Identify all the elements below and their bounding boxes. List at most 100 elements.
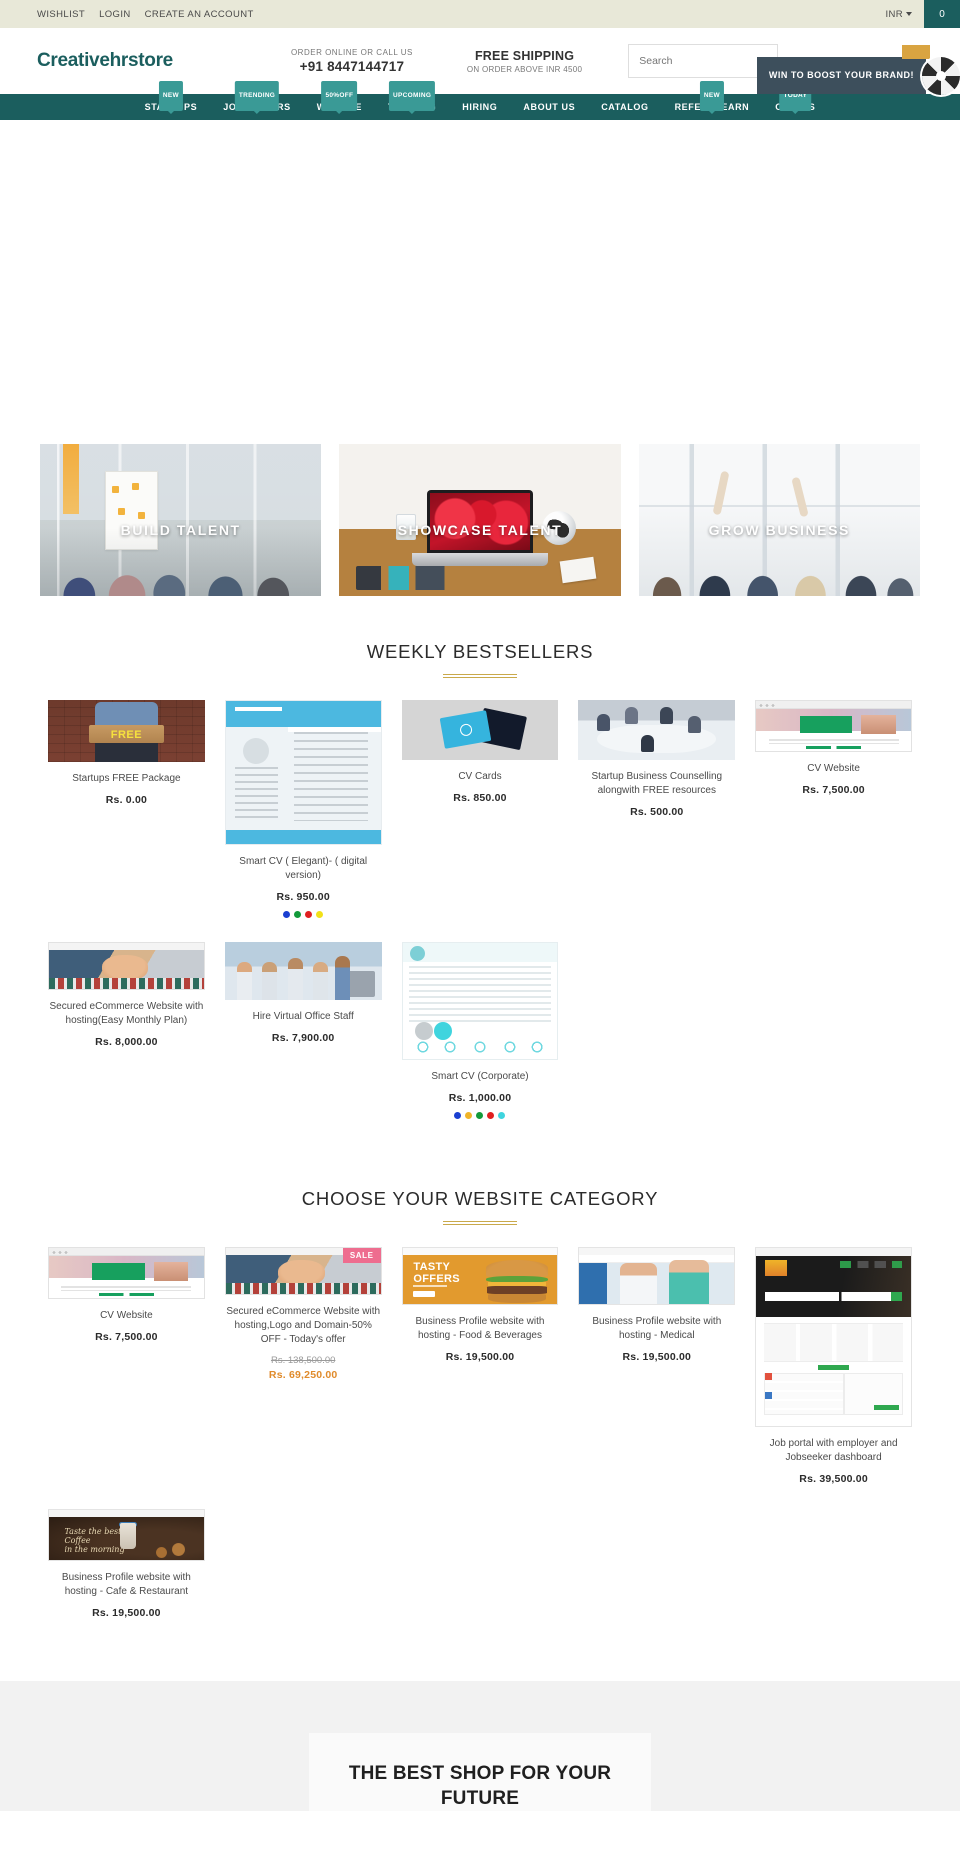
nav-startups-badge: NEW bbox=[158, 81, 183, 114]
nav-jobseekers[interactable]: TRENDINGJOBSEEKERS bbox=[210, 81, 304, 120]
product-price: Rs. 8,000.00 bbox=[95, 1036, 158, 1048]
product-old-price: Rs. 138,500.00 bbox=[270, 1355, 336, 1366]
product-thumbnail[interactable] bbox=[48, 942, 205, 990]
product-card[interactable]: FREE Startups FREE Package Rs. 0.00 bbox=[38, 700, 215, 942]
footer-teaser-heading: THE BEST SHOP FOR YOUR FUTURE bbox=[348, 1763, 612, 1809]
product-name[interactable]: CV Website bbox=[755, 762, 912, 776]
banner-showcase-talent[interactable]: SHOWCASE TALENT bbox=[339, 444, 621, 596]
product-name[interactable]: Business Profile website with hosting - … bbox=[48, 1571, 205, 1599]
product-name[interactable]: CV Website bbox=[48, 1309, 205, 1323]
product-price: Rs. 19,500.00 bbox=[92, 1607, 161, 1619]
phone-number[interactable]: +91 8447144717 bbox=[291, 59, 413, 74]
footer-teaser: THE BEST SHOP FOR YOUR FUTURE bbox=[0, 1681, 960, 1811]
spin-wheel-icon[interactable] bbox=[922, 56, 960, 95]
product-card[interactable]: Taste the best Coffee in the morning Busine… bbox=[38, 1509, 215, 1643]
product-card[interactable]: TASTY OFFERS Business Profile website with… bbox=[392, 1247, 569, 1509]
color-swatch[interactable] bbox=[476, 1112, 484, 1119]
nav-offers[interactable]: TODAYOFFERS bbox=[762, 81, 828, 120]
site-logo[interactable]: Creativehrstore bbox=[37, 50, 173, 72]
product-name[interactable]: Startups FREE Package bbox=[48, 772, 205, 786]
color-swatch[interactable] bbox=[454, 1112, 462, 1119]
banner-build-talent[interactable]: BUILD TALENT bbox=[40, 444, 322, 596]
product-price: Rs. 500.00 bbox=[630, 806, 684, 818]
color-swatches[interactable] bbox=[402, 1112, 559, 1119]
product-price: Rs. 850.00 bbox=[453, 792, 507, 804]
color-swatch[interactable] bbox=[305, 911, 313, 918]
color-swatch[interactable] bbox=[283, 911, 291, 918]
color-swatch[interactable] bbox=[316, 911, 324, 918]
nav-website[interactable]: 50%OFFWEBSITE bbox=[304, 81, 375, 120]
product-thumbnail[interactable]: TASTY OFFERS bbox=[401, 1247, 559, 1305]
product-card[interactable]: CV Cards Rs. 850.00 bbox=[392, 700, 569, 942]
product-card[interactable]: CV Website Rs. 7,500.00 bbox=[745, 700, 922, 942]
product-card[interactable]: CV Website Rs. 7,500.00 bbox=[38, 1247, 215, 1509]
whiteboard-graphic bbox=[104, 471, 159, 551]
product-card[interactable]: Job portal with employer and Jobseeker d… bbox=[745, 1247, 922, 1509]
product-thumbnail[interactable] bbox=[224, 942, 382, 1000]
product-thumbnail[interactable] bbox=[578, 1247, 736, 1305]
promo-banner-row: BUILD TALENT SHOWCASE TALENT GROW BUSINE… bbox=[0, 444, 960, 596]
promo-label[interactable]: WIN TO BOOST YOUR BRAND! bbox=[756, 57, 926, 94]
nav-about-us-label: ABOUT US bbox=[523, 102, 576, 112]
nav-startups[interactable]: NEWSTARTUPS bbox=[132, 81, 211, 120]
product-thumbnail[interactable]: Taste the best Coffee in the morning bbox=[48, 1509, 205, 1561]
nav-website-badge: 50%OFF bbox=[321, 81, 358, 114]
login-link[interactable]: LOGIN bbox=[99, 9, 131, 20]
product-price: Rs. 0.00 bbox=[105, 794, 148, 806]
product-name[interactable]: Business Profile website with hosting - … bbox=[578, 1315, 735, 1343]
product-thumbnail[interactable] bbox=[755, 1247, 912, 1427]
color-swatch[interactable] bbox=[465, 1112, 473, 1119]
product-thumbnail[interactable] bbox=[755, 700, 912, 752]
product-thumbnail[interactable] bbox=[401, 942, 559, 1060]
main-nav: NEWSTARTUPSTRENDINGJOBSEEKERS50%OFFWEBSI… bbox=[0, 81, 960, 120]
nav-training[interactable]: UPCOMINGTRAINING bbox=[375, 81, 449, 120]
product-name[interactable]: Smart CV ( Elegant)- ( digital version) bbox=[225, 855, 382, 883]
raised-arm-graphic bbox=[791, 477, 809, 518]
product-name[interactable]: Smart CV (Corporate) bbox=[402, 1070, 559, 1084]
product-card[interactable]: Secured eCommerce Website with hosting(E… bbox=[38, 942, 215, 1143]
banner-label: SHOWCASE TALENT bbox=[397, 522, 563, 538]
color-swatch[interactable] bbox=[487, 1112, 495, 1119]
nav-hiring[interactable]: HIRING bbox=[449, 94, 510, 120]
product-name[interactable]: Job portal with employer and Jobseeker d… bbox=[755, 1437, 912, 1465]
cart-button[interactable]: 0 bbox=[924, 0, 960, 28]
nav-catalog[interactable]: CATALOG bbox=[588, 94, 661, 120]
product-price: Rs. 19,500.00 bbox=[445, 1351, 515, 1363]
product-card[interactable]: SALE Secured eCommerce Website with hosti… bbox=[215, 1247, 392, 1509]
product-name[interactable]: Secured eCommerce Website with hosting,L… bbox=[225, 1305, 382, 1347]
product-card[interactable]: Smart CV ( Elegant)- ( digital version) R… bbox=[215, 700, 392, 942]
hero-carousel[interactable] bbox=[0, 120, 960, 442]
color-swatches[interactable] bbox=[225, 911, 382, 918]
product-card[interactable]: Business Profile website with hosting - … bbox=[568, 1247, 745, 1509]
currency-selector[interactable]: INR bbox=[885, 9, 924, 20]
product-thumbnail[interactable] bbox=[48, 1247, 205, 1299]
product-thumbnail[interactable] bbox=[224, 700, 382, 845]
product-thumbnail[interactable]: SALE bbox=[224, 1247, 382, 1295]
wishlist-link[interactable]: WISHLIST bbox=[37, 9, 85, 20]
nav-refer-earn[interactable]: NEWREFER & EARN bbox=[662, 81, 763, 120]
product-name[interactable]: Secured eCommerce Website with hosting(E… bbox=[48, 1000, 205, 1028]
product-name[interactable]: Hire Virtual Office Staff bbox=[225, 1010, 382, 1024]
banner-grow-business[interactable]: GROW BUSINESS bbox=[638, 444, 920, 596]
product-card[interactable]: Smart CV (Corporate) Rs. 1,000.00 bbox=[392, 942, 569, 1143]
product-name[interactable]: CV Cards bbox=[402, 770, 559, 784]
color-swatch[interactable] bbox=[498, 1112, 506, 1119]
nav-training-badge: UPCOMING bbox=[389, 81, 436, 114]
product-name[interactable]: Business Profile website with hosting - … bbox=[402, 1315, 559, 1343]
color-swatch[interactable] bbox=[294, 911, 302, 918]
search-input[interactable] bbox=[628, 44, 779, 78]
product-card[interactable]: Startup Business Counselling alongwith F… bbox=[568, 700, 745, 942]
promo-spin-widget[interactable]: WIN TO BOOST YOUR BRAND! bbox=[756, 45, 960, 95]
order-label: ORDER ONLINE OR CALL US bbox=[290, 48, 413, 57]
create-account-link[interactable]: CREATE AN ACCOUNT bbox=[145, 9, 254, 20]
product-card[interactable]: Hire Virtual Office Staff Rs. 7,900.00 bbox=[215, 942, 392, 1143]
product-name[interactable]: Startup Business Counselling alongwith F… bbox=[578, 770, 735, 798]
product-thumbnail[interactable]: FREE bbox=[48, 700, 205, 762]
nav-refer-earn-badge: NEW bbox=[699, 81, 724, 114]
top-bar-links: WISHLIST LOGIN CREATE AN ACCOUNT bbox=[37, 9, 254, 20]
categories-section-header: CHOOSE YOUR WEBSITE CATEGORY bbox=[0, 1188, 960, 1225]
nav-about-us[interactable]: ABOUT US bbox=[510, 94, 588, 120]
product-thumbnail[interactable] bbox=[578, 700, 736, 760]
currency-label: INR bbox=[885, 8, 903, 20]
product-thumbnail[interactable] bbox=[401, 700, 559, 760]
